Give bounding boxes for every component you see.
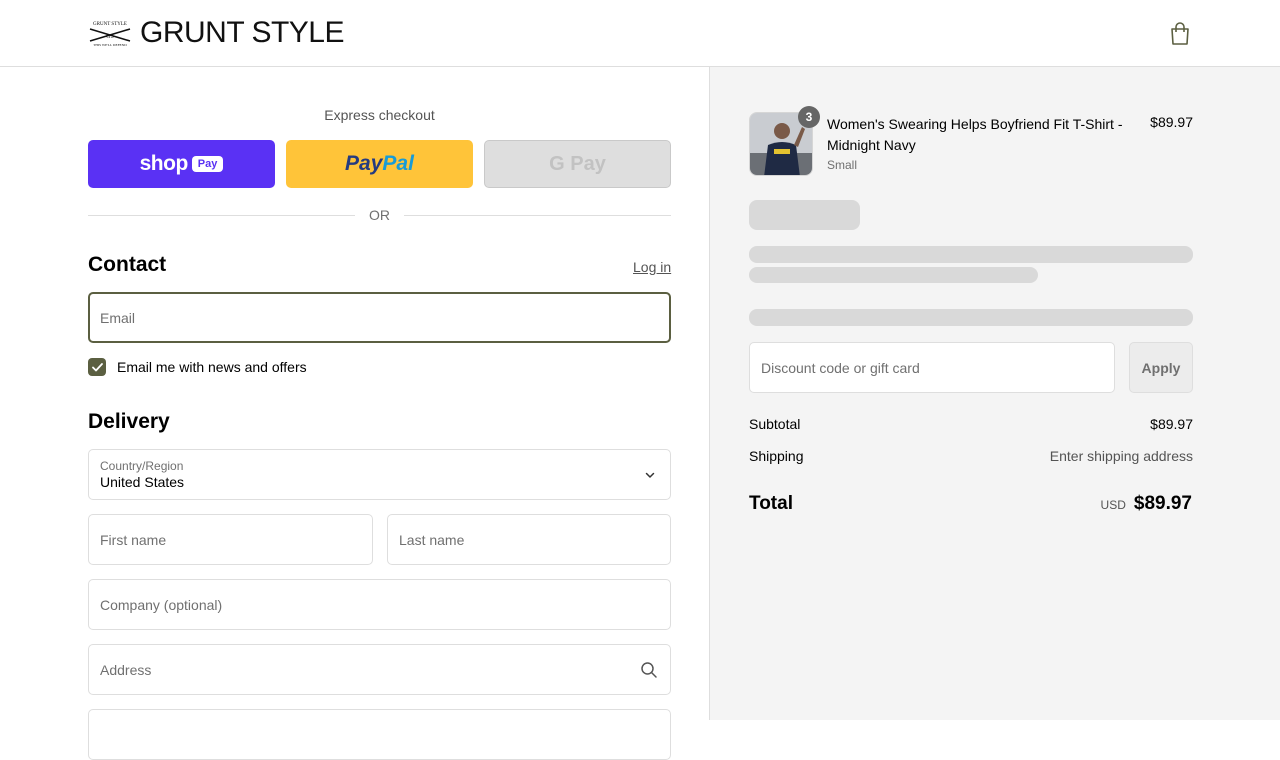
country-value: United States [100, 474, 185, 490]
loading-placeholder [749, 200, 860, 230]
quantity-badge: 3 [798, 106, 820, 128]
shipping-value: Enter shipping address [1049, 448, 1193, 464]
google-pay-button[interactable]: G Pay [484, 140, 671, 188]
loading-placeholder [749, 309, 1193, 326]
svg-text:GS: GS [106, 34, 114, 40]
last-name-field[interactable]: Last name [387, 514, 671, 565]
shipping-label: Shipping [749, 448, 804, 464]
shipping-row: Shipping Enter shipping address [749, 448, 1193, 464]
company-placeholder: Company (optional) [100, 596, 223, 613]
total-amount: $89.97 [1133, 493, 1192, 514]
email-field[interactable]: Email [88, 292, 671, 343]
login-link[interactable]: Log in [633, 259, 671, 275]
total-value: USD $89.97 [1101, 493, 1192, 515]
brand-name: GRUNT STYLE [140, 16, 345, 49]
svg-text:THIS WE'LL DEFEND: THIS WE'LL DEFEND [93, 43, 127, 47]
checkout-header: GRUNT STYLE GS THIS WE'LL DEFEND GRUNT S… [0, 0, 1280, 67]
line-item: 3 Women's Swearing Helps Boyfriend Fit T… [749, 106, 1193, 182]
svg-text:GRUNT STYLE: GRUNT STYLE [93, 22, 127, 27]
discount-code-input[interactable]: Discount code or gift card [749, 342, 1115, 393]
divider-line [88, 214, 355, 216]
loading-placeholder [749, 267, 1038, 283]
product-title: Women's Swearing Helps Boyfriend Fit T-S… [827, 116, 1123, 153]
subtotal-row: Subtotal $89.97 [749, 416, 1193, 432]
product-variant: Small [827, 158, 858, 172]
address-placeholder: Address [100, 661, 152, 678]
apartment-field[interactable] [88, 709, 671, 760]
newsletter-label: Email me with news and offers [117, 359, 307, 375]
paypal-logo: PayPal [345, 152, 414, 175]
email-placeholder: Email [100, 309, 136, 326]
contact-heading: Contact [88, 253, 167, 276]
subtotal-value: $89.97 [1150, 416, 1193, 432]
chevron-down-icon [645, 472, 655, 478]
total-label: Total [749, 493, 793, 514]
apply-discount-button[interactable]: Apply [1129, 342, 1193, 393]
or-label: OR [369, 207, 390, 223]
product-price: $89.97 [1150, 114, 1193, 130]
last-name-placeholder: Last name [399, 531, 465, 548]
express-checkout-title: Express checkout [324, 107, 435, 123]
or-divider: OR [88, 207, 671, 223]
company-field[interactable]: Company (optional) [88, 579, 671, 630]
country-label: Country/Region [100, 459, 184, 473]
checkmark-icon [91, 362, 103, 371]
google-pay-logo: G Pay [549, 152, 606, 175]
loading-placeholder [749, 246, 1193, 263]
shop-pay-button[interactable]: shop Pay [88, 140, 275, 188]
shopping-bag-icon[interactable] [1169, 22, 1191, 46]
crossed-rifles-icon: GRUNT STYLE GS THIS WE'LL DEFEND [89, 22, 131, 47]
delivery-heading: Delivery [88, 410, 170, 433]
paypal-button[interactable]: PayPal [286, 140, 473, 188]
order-summary: 3 Women's Swearing Helps Boyfriend Fit T… [709, 67, 1280, 720]
brand-logo[interactable]: GRUNT STYLE GS THIS WE'LL DEFEND GRUNT S… [88, 16, 345, 49]
shop-pay-logo: shop [139, 152, 189, 175]
checkout-form: Express checkout shop Pay PayPal G Pay O… [0, 67, 709, 760]
subtotal-label: Subtotal [749, 416, 801, 432]
newsletter-checkbox[interactable] [88, 358, 106, 376]
country-select[interactable]: Country/Region United States [88, 449, 671, 500]
currency-code: USD [1100, 498, 1126, 512]
address-field[interactable]: Address [88, 644, 671, 695]
shop-pay-tag: Pay [191, 156, 224, 172]
discount-placeholder: Discount code or gift card [761, 359, 920, 376]
newsletter-option[interactable]: Email me with news and offers [88, 358, 307, 376]
first-name-field[interactable]: First name [88, 514, 373, 565]
search-icon[interactable] [640, 661, 658, 679]
divider-line [404, 214, 671, 216]
first-name-placeholder: First name [100, 531, 167, 548]
